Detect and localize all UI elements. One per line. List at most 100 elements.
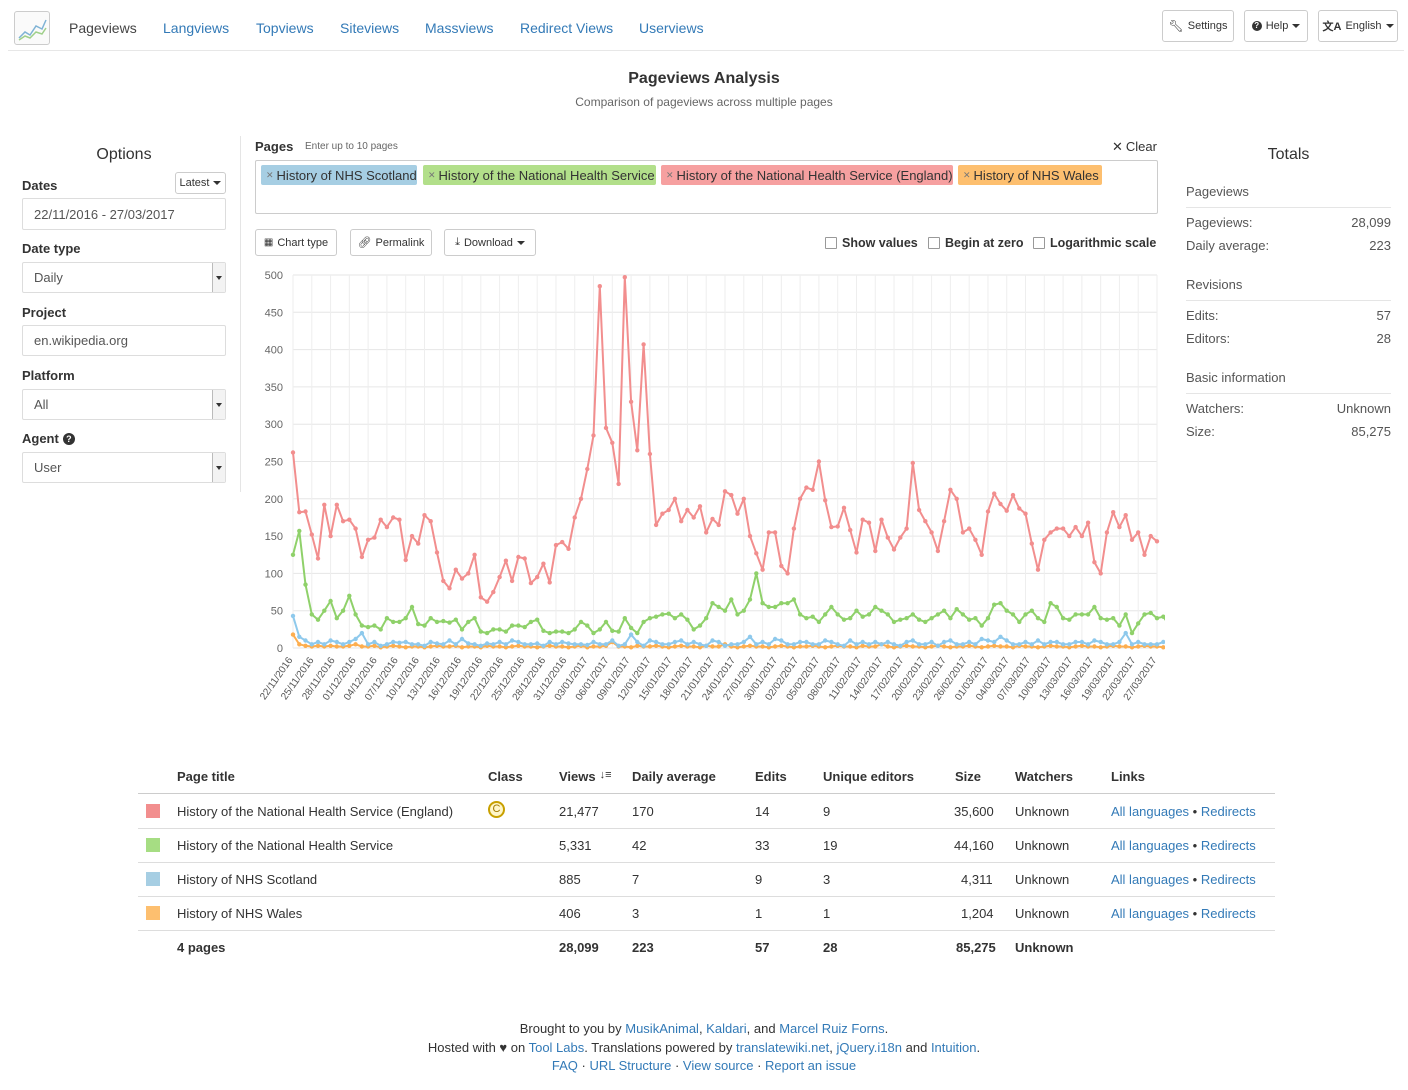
view-source-link[interactable]: View source (683, 1058, 754, 1073)
data-point (879, 517, 884, 522)
intuition-link[interactable]: Intuition (931, 1040, 977, 1055)
edits-link[interactable]: 14 (755, 804, 769, 819)
col-edits[interactable]: Edits (755, 769, 787, 784)
edits-link[interactable]: 33 (755, 838, 769, 853)
series-color-swatch (146, 872, 160, 886)
project-input[interactable]: en.wikipedia.org (22, 325, 226, 356)
select-arrow-icon (212, 390, 225, 419)
translatewiki-link[interactable]: translatewiki.net (736, 1040, 829, 1055)
nav-pageviews[interactable]: Pageviews (69, 20, 137, 36)
all-languages-link[interactable]: All languages (1111, 906, 1189, 921)
redirects-link[interactable]: Redirects (1201, 906, 1256, 921)
data-point (628, 645, 634, 650)
data-point (353, 636, 358, 642)
data-point (459, 636, 465, 642)
author-link[interactable]: Marcel Ruiz Forns (779, 1021, 884, 1036)
data-point (760, 601, 765, 606)
remove-tag-icon[interactable]: ✕ (963, 170, 971, 181)
url-structure-link[interactable]: URL Structure (589, 1058, 671, 1073)
data-point (1111, 616, 1116, 621)
tool-labs-link[interactable]: Tool Labs (529, 1040, 585, 1055)
checkbox-box[interactable] (825, 237, 837, 249)
log-scale-checkbox[interactable]: Logarithmic scale (1033, 236, 1156, 250)
nav-siteviews[interactable]: Siteviews (340, 20, 399, 36)
redirects-link[interactable]: Redirects (1201, 838, 1256, 853)
page-title-link[interactable]: History of the National Health Service (177, 838, 393, 853)
nav-massviews[interactable]: Massviews (425, 20, 493, 36)
col-page-title[interactable]: Page title (177, 769, 235, 784)
data-point (1017, 642, 1022, 647)
begin-at-zero-checkbox[interactable]: Begin at zero (928, 236, 1024, 250)
language-button[interactable]: 文A English (1318, 10, 1398, 42)
editors-value: 3 (823, 872, 831, 887)
all-languages-link[interactable]: All languages (1111, 804, 1189, 819)
page-title-link[interactable]: History of NHS Scotland (177, 872, 317, 887)
data-point (967, 617, 972, 622)
chart-type-button[interactable]: ▦ Chart type (255, 229, 337, 256)
redirects-link[interactable]: Redirects (1201, 804, 1256, 819)
nav-topviews[interactable]: Topviews (256, 20, 314, 36)
data-point (616, 643, 621, 648)
data-point (716, 639, 721, 645)
data-point (391, 619, 396, 625)
data-point (466, 641, 471, 646)
data-point (1023, 612, 1028, 617)
report-issue-link[interactable]: Report an issue (765, 1058, 856, 1073)
nav-userviews[interactable]: Userviews (639, 20, 704, 36)
data-point (1079, 612, 1085, 617)
date-type-select[interactable]: Daily (22, 262, 226, 293)
col-size[interactable]: Size (955, 769, 981, 784)
nav-redirect-views[interactable]: Redirect Views (520, 20, 613, 36)
data-point (998, 601, 1003, 606)
remove-tag-icon[interactable]: ✕ (666, 170, 674, 181)
edits-link[interactable]: 1 (755, 906, 762, 921)
data-point (1142, 552, 1147, 557)
agent-select[interactable]: User (22, 452, 226, 483)
y-tick-label: 300 (265, 419, 283, 431)
data-point (785, 642, 790, 647)
author-link[interactable]: MusikAnimal (625, 1021, 699, 1036)
data-point (541, 643, 546, 648)
jquery-i18n-link[interactable]: jQuery.i18n (836, 1040, 902, 1055)
footer-links: FAQ · URL Structure · View source · Repo… (551, 1058, 857, 1073)
checkbox-box[interactable] (1033, 237, 1045, 249)
col-unique-editors[interactable]: Unique editors (823, 769, 914, 784)
col-watchers[interactable]: Watchers (1015, 769, 1073, 784)
page-title-link[interactable]: History of the National Health Service (… (177, 804, 453, 819)
nav-langviews[interactable]: Langviews (163, 20, 229, 36)
latest-button[interactable]: Latest (175, 172, 226, 194)
page-title-link[interactable]: History of NHS Wales (177, 906, 302, 921)
all-languages-link[interactable]: All languages (1111, 838, 1189, 853)
page-tag[interactable]: ✕ History of the National Health Service … (661, 165, 953, 185)
data-point (672, 496, 678, 501)
all-languages-link[interactable]: All languages (1111, 872, 1189, 887)
pageviews-logo-icon[interactable] (14, 11, 50, 45)
help-button[interactable]: ? Help (1244, 10, 1308, 42)
data-point (1161, 614, 1165, 619)
download-button[interactable]: ⤓ Download (444, 229, 536, 256)
clear-button[interactable]: ✕ Clear (1112, 139, 1157, 155)
col-daily-average[interactable]: Daily average (632, 769, 716, 784)
remove-tag-icon[interactable]: ✕ (266, 170, 274, 181)
redirects-link[interactable]: Redirects (1201, 872, 1256, 887)
watchers-value: Unknown (1015, 872, 1070, 887)
data-point (804, 644, 809, 649)
date-range-input[interactable]: 22/11/2016 - 27/03/2017 (22, 198, 226, 230)
remove-tag-icon[interactable]: ✕ (428, 170, 436, 181)
settings-button[interactable]: 🔧︎ Settings (1162, 10, 1234, 42)
data-point (290, 632, 296, 637)
col-views[interactable]: Views ↓≡ (559, 769, 612, 784)
page-tag[interactable]: ✕ History of the National Health Service (423, 165, 656, 185)
caret-down-icon (1292, 24, 1301, 28)
faq-link[interactable]: FAQ (552, 1058, 578, 1073)
question-circle-icon[interactable]: ? (62, 432, 75, 445)
page-tag[interactable]: ✕ History of NHS Scotland (261, 165, 417, 185)
edits-link[interactable]: 9 (755, 872, 762, 887)
author-link[interactable]: Kaldari (706, 1021, 746, 1036)
show-values-checkbox[interactable]: Show values (825, 236, 918, 250)
col-class[interactable]: Class (488, 769, 523, 784)
permalink-button[interactable]: 🔗︎ Permalink (350, 229, 432, 256)
checkbox-box[interactable] (928, 237, 940, 249)
platform-select[interactable]: All (22, 389, 226, 420)
page-tag[interactable]: ✕ History of NHS Wales (958, 165, 1102, 185)
